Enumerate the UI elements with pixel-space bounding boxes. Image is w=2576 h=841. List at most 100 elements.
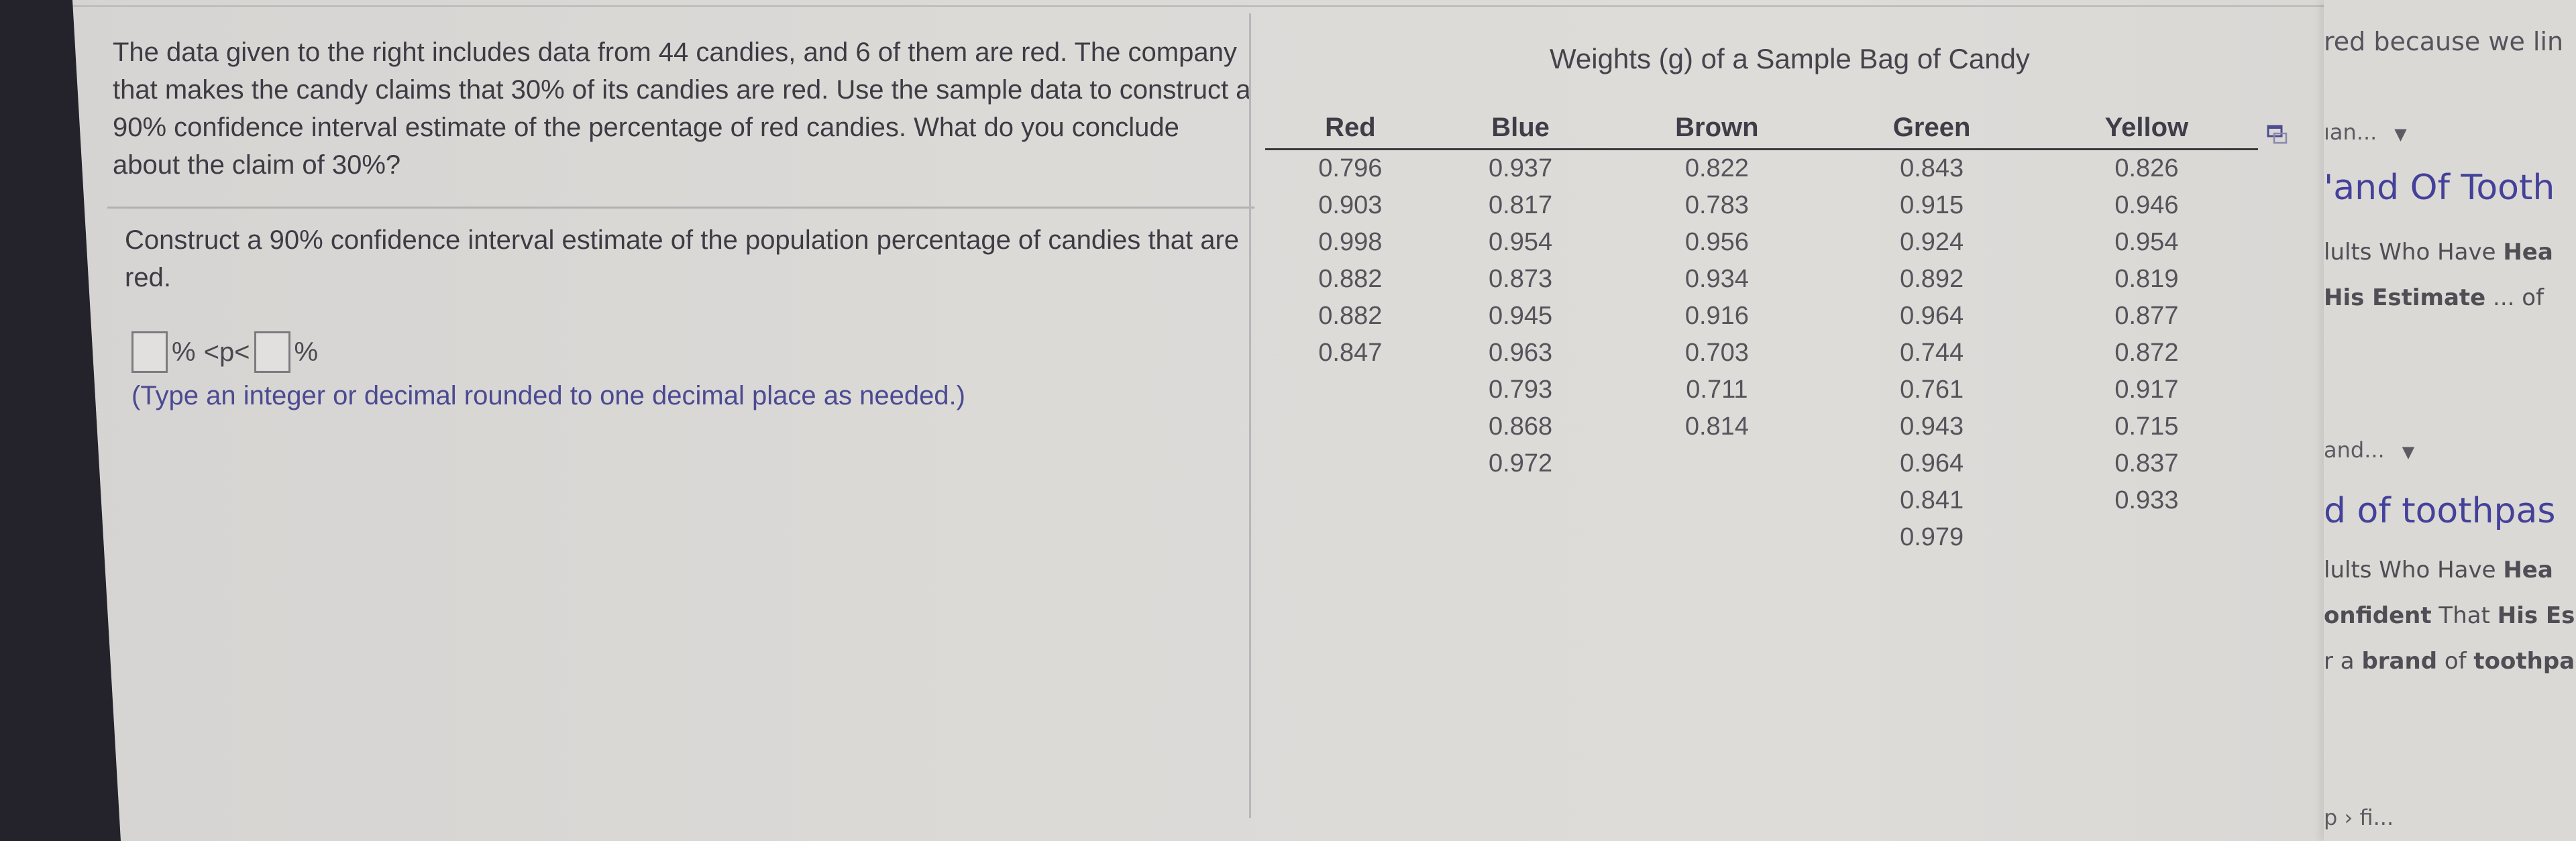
cell-green: 0.964 — [1900, 302, 1964, 330]
cell-yellow: 0.877 — [2114, 302, 2179, 330]
cell-green: 0.924 — [1900, 228, 1964, 256]
cell-brown: 0.814 — [1684, 412, 1749, 441]
side-result-link-2[interactable]: d of toothpas — [2324, 491, 2556, 531]
table-row: 0.796 0.937 0.822 0.843 0.826 — [1265, 150, 2258, 188]
browser-side-panel: red because we lin ıan... ▼ 'and Of Tooth… — [2324, 0, 2576, 841]
confidence-interval-answer: % <p< % — [131, 331, 322, 373]
cell-blue: 0.945 — [1489, 302, 1553, 330]
popout-window-icon[interactable] — [2266, 123, 2289, 146]
cell-yellow: 0.917 — [2114, 376, 2179, 404]
side-text-bold: onfident — [2324, 602, 2432, 629]
side-snippet-text: red because we lin — [2324, 27, 2564, 56]
cell-yellow: 0.933 — [2114, 486, 2179, 514]
side-dropdown-2[interactable]: and... ▼ — [2324, 437, 2414, 463]
cell-green: 0.744 — [1900, 339, 1964, 367]
cell-blue: 0.937 — [1489, 154, 1553, 182]
side-dropdown-1-label: ıan... — [2324, 119, 2377, 145]
side-text: ... of — [2485, 284, 2544, 311]
cell-yellow: 0.826 — [2114, 154, 2179, 182]
cell-red: 0.903 — [1318, 191, 1383, 219]
table-row: 0.972 0.964 0.837 — [1265, 445, 2258, 482]
cell-green: 0.943 — [1900, 412, 1964, 441]
cell-brown: 0.934 — [1684, 265, 1749, 293]
side-text-bold: brand — [2361, 648, 2438, 675]
dropdown-caret-icon: ▼ — [2394, 125, 2407, 144]
cell-brown — [1605, 445, 1828, 482]
cell-red: 0.796 — [1318, 154, 1383, 182]
side-text-bold: His Es — [2497, 602, 2575, 629]
cell-yellow — [2035, 519, 2258, 556]
top-divider — [72, 5, 2576, 7]
cell-blue — [1436, 519, 1606, 556]
cell-green: 0.843 — [1900, 154, 1964, 182]
side-text: lults Who Have — [2324, 557, 2504, 583]
question-divider — [107, 207, 1254, 209]
inequality-p: <p< — [203, 337, 250, 367]
cell-red — [1265, 408, 1436, 445]
cell-yellow: 0.946 — [2114, 191, 2179, 219]
side-text: of — [2437, 648, 2474, 675]
side-text: That — [2431, 602, 2498, 629]
cell-blue: 0.963 — [1489, 339, 1553, 367]
answer-hint: (Type an integer or decimal rounded to o… — [131, 381, 965, 410]
table-header-row: Red Blue Brown Green Yellow — [1265, 109, 2258, 150]
cell-brown: 0.783 — [1684, 191, 1749, 219]
cell-blue: 0.972 — [1489, 449, 1553, 478]
table-row: 0.998 0.954 0.956 0.924 0.954 — [1265, 224, 2258, 261]
table-row: 0.868 0.814 0.943 0.715 — [1265, 408, 2258, 445]
pane-divider[interactable] — [1249, 13, 1251, 818]
upper-bound-input[interactable] — [254, 331, 290, 373]
cell-blue: 0.954 — [1489, 228, 1553, 256]
side-result-2-line-2: onfident That His Es — [2324, 602, 2575, 629]
cell-green: 0.892 — [1900, 265, 1964, 293]
cell-green: 0.761 — [1900, 376, 1964, 404]
cell-blue: 0.868 — [1489, 412, 1553, 441]
side-text-bold: His Estimate — [2324, 284, 2486, 311]
table-row: 0.903 0.817 0.783 0.915 0.946 — [1265, 187, 2258, 224]
table-row: 0.882 0.873 0.934 0.892 0.819 — [1265, 261, 2258, 298]
side-result-link-1[interactable]: 'and Of Tooth — [2324, 168, 2555, 208]
question-text: The data given to the right includes dat… — [113, 38, 1251, 180]
candy-weights-table: Red Blue Brown Green Yellow 0.796 0.937 0.822 0… — [1265, 109, 2258, 556]
cell-red — [1265, 519, 1436, 556]
cell-red: 0.882 — [1318, 265, 1383, 293]
table-row: 0.847 0.963 0.703 0.744 0.872 — [1265, 335, 2258, 372]
cell-blue: 0.817 — [1489, 191, 1553, 219]
cell-red: 0.882 — [1318, 302, 1383, 330]
table-body: 0.796 0.937 0.822 0.843 0.826 0.903 0.817 0.783… — [1265, 150, 2258, 557]
question-prompt: Construct a 90% confidence interval esti… — [125, 225, 1240, 292]
cell-brown: 0.822 — [1684, 154, 1749, 182]
column-header-green: Green — [1828, 109, 2035, 150]
table-row: 0.793 0.711 0.761 0.917 — [1265, 372, 2258, 408]
side-result-2-line-1: lults Who Have Hea — [2324, 557, 2553, 583]
side-text: lults Who Have — [2324, 239, 2504, 266]
side-text-bold: Hea — [2503, 557, 2553, 583]
column-header-yellow: Yellow — [2035, 109, 2258, 150]
cell-green: 0.841 — [1900, 486, 1964, 514]
column-header-blue: Blue — [1435, 109, 1606, 150]
side-result-2-line-3: r a brand of toothpa — [2324, 648, 2575, 675]
cell-brown: 0.703 — [1684, 339, 1749, 367]
side-dropdown-1[interactable]: ıan... ▼ — [2324, 119, 2407, 145]
cell-green: 0.964 — [1900, 449, 1964, 478]
cell-red — [1265, 482, 1436, 519]
side-result-1-line-2: His Estimate ... of — [2324, 284, 2544, 311]
cell-red: 0.998 — [1318, 228, 1383, 256]
cell-green: 0.915 — [1900, 191, 1964, 219]
side-text-bold: Hea — [2503, 239, 2553, 266]
cell-brown: 0.956 — [1684, 228, 1749, 256]
cell-yellow: 0.872 — [2114, 339, 2179, 367]
side-text-bold: toothpa — [2473, 648, 2575, 675]
cell-brown — [1605, 519, 1828, 556]
cell-yellow: 0.715 — [2114, 412, 2179, 441]
cell-red: 0.847 — [1318, 339, 1383, 367]
side-result-1-line-1: lults Who Have Hea — [2324, 239, 2553, 266]
cell-brown: 0.916 — [1684, 302, 1749, 330]
cell-yellow: 0.954 — [2114, 228, 2179, 256]
lower-bound-input[interactable] — [131, 331, 168, 373]
cell-red — [1265, 372, 1436, 408]
cell-blue — [1436, 482, 1606, 519]
percent-sign-upper: % — [294, 337, 319, 367]
side-breadcrumb[interactable]: p › fi... — [2324, 805, 2394, 830]
percent-sign-lower: % — [172, 337, 196, 367]
